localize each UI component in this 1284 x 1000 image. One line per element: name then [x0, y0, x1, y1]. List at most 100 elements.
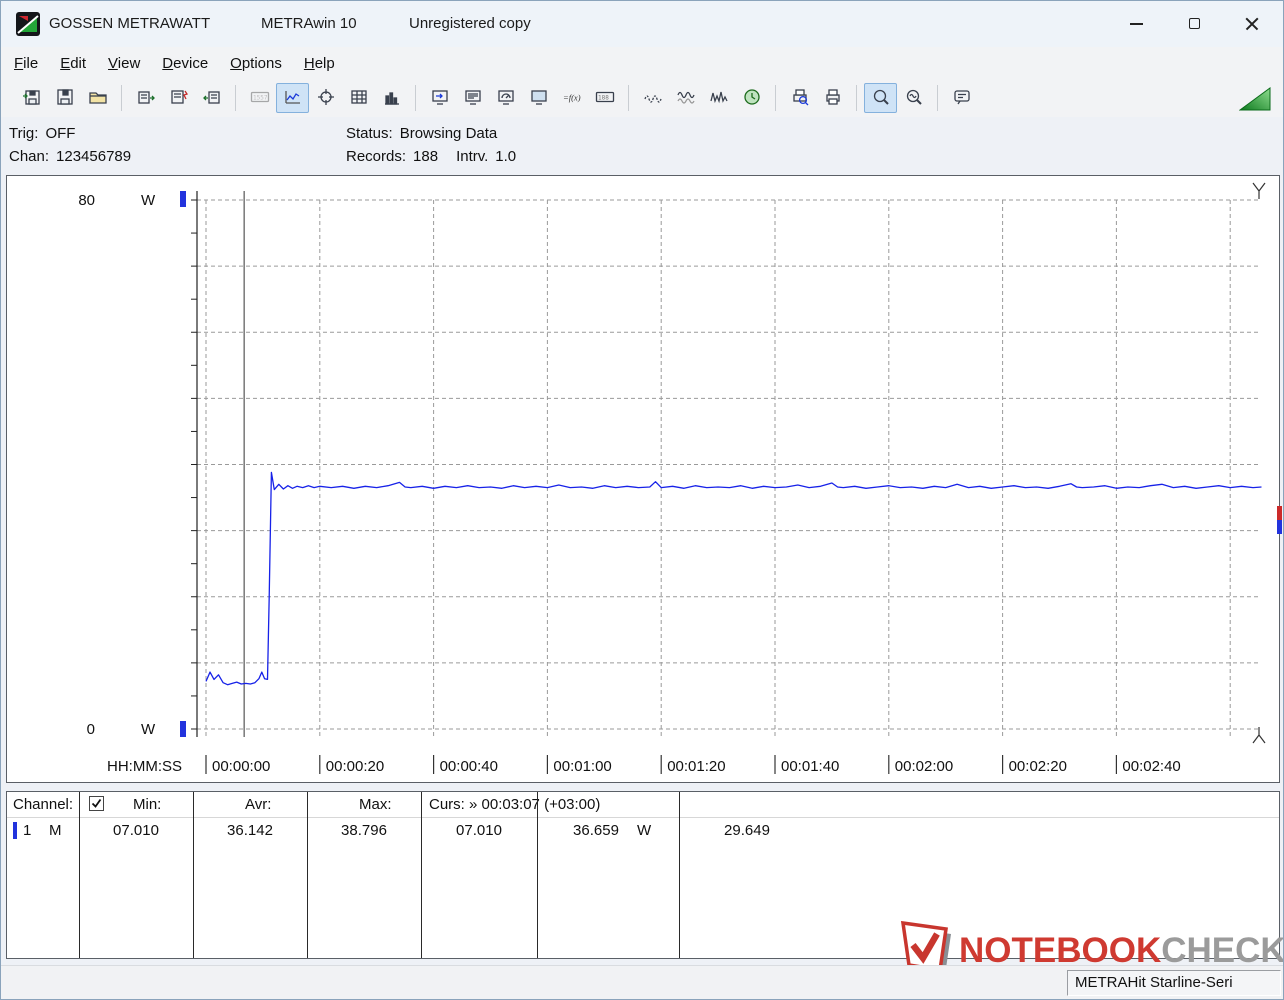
- svg-text:00:01:00: 00:01:00: [553, 758, 611, 775]
- timer-button[interactable]: [735, 83, 768, 113]
- toolbar: 1557 =f(x) 188: [1, 79, 1283, 117]
- menu-help[interactable]: Help: [293, 50, 346, 77]
- app-title: GOSSEN METRAWATT: [49, 15, 211, 32]
- svg-text:00:00:00: 00:00:00: [212, 758, 270, 775]
- avr-value: 36.142: [227, 822, 273, 839]
- metrawin-window: GOSSEN METRAWATT METRAwin 10 Unregistere…: [0, 0, 1284, 1000]
- minimize-icon: [1129, 22, 1143, 25]
- svg-text:HH:MM:SS: HH:MM:SS: [107, 758, 182, 775]
- statusbar: METRAHit Starline-Seri: [1, 965, 1283, 999]
- screen-window-icon: [529, 87, 549, 110]
- channel-visibility-checkbox[interactable]: [89, 796, 104, 811]
- annotation-icon: [952, 87, 972, 110]
- close-button[interactable]: [1223, 1, 1281, 46]
- column-divider: [79, 792, 80, 958]
- svg-text:00:02:20: 00:02:20: [1009, 758, 1067, 775]
- toolbar-separator: [415, 85, 416, 111]
- device-write-button[interactable]: [195, 83, 228, 113]
- view-histogram-button[interactable]: [375, 83, 408, 113]
- zoom-curve-icon: [904, 87, 924, 110]
- list-window-icon: [463, 87, 483, 110]
- header-divider: [7, 817, 1279, 818]
- zoom-mode-button[interactable]: [864, 83, 897, 113]
- svg-text:00:01:20: 00:01:20: [667, 758, 725, 775]
- close-icon: [1245, 17, 1259, 31]
- view-xy-button[interactable]: [309, 83, 342, 113]
- toolbar-separator: [628, 85, 629, 111]
- gossen-metrawatt-logo-icon: [15, 11, 41, 37]
- table-header-channel: Channel:: [13, 796, 74, 813]
- formula-button[interactable]: =f(x): [555, 83, 588, 113]
- maximize-button[interactable]: [1165, 1, 1223, 46]
- print-preview-button[interactable]: [783, 83, 816, 113]
- menu-device[interactable]: Device: [151, 50, 219, 77]
- list-window-button[interactable]: [456, 83, 489, 113]
- svg-text:00:00:20: 00:00:20: [326, 758, 384, 775]
- annotation-button[interactable]: [945, 83, 978, 113]
- curve-min-icon: [643, 87, 663, 110]
- table-header-max: Max:: [359, 796, 392, 813]
- toolbar-corner-badge-icon: [1238, 87, 1271, 116]
- save-data-button[interactable]: [48, 83, 81, 113]
- digital-display-button[interactable]: 188: [588, 83, 621, 113]
- open-file-button[interactable]: [81, 83, 114, 113]
- window-controls: [1107, 1, 1281, 47]
- channel-status: Chan: 123456789: [9, 148, 132, 165]
- open-data-icon: [22, 87, 42, 110]
- column-divider: [193, 792, 194, 958]
- zoom-curve-button[interactable]: [897, 83, 930, 113]
- curve-envelope-icon: [676, 87, 696, 110]
- column-divider: [307, 792, 308, 958]
- measurement-table: Channel: Min: Avr: Max: Curs: » 00:03:07…: [6, 791, 1280, 959]
- menu-options[interactable]: Options: [219, 50, 293, 77]
- toolbar-separator: [775, 85, 776, 111]
- device-read-button[interactable]: [129, 83, 162, 113]
- display-1557-icon: 1557: [250, 87, 270, 110]
- menu-edit[interactable]: Edit: [49, 50, 97, 77]
- svg-text:00:00:40: 00:00:40: [440, 758, 498, 775]
- table-header-min: Min:: [133, 796, 162, 813]
- toolbar-separator: [235, 85, 236, 111]
- minimize-button[interactable]: [1107, 1, 1165, 46]
- curve-min-button[interactable]: [636, 83, 669, 113]
- device-name-box: METRAHit Starline-Seri: [1067, 970, 1281, 996]
- cursor-position-indicator: [1277, 506, 1282, 534]
- meter-window-button[interactable]: [489, 83, 522, 113]
- toolbar-separator: [937, 85, 938, 111]
- svg-text:00:02:40: 00:02:40: [1122, 758, 1180, 775]
- menubar: File Edit View Device Options Help: [1, 47, 1283, 79]
- menu-view[interactable]: View: [97, 50, 151, 77]
- view-table-button[interactable]: [342, 83, 375, 113]
- document-title: METRAwin 10: [261, 15, 357, 32]
- curve-envelope-button[interactable]: [669, 83, 702, 113]
- screen-window-button[interactable]: [522, 83, 555, 113]
- maximize-icon: [1188, 18, 1200, 29]
- power-chart[interactable]: 80 W 0 W HH:MM:SS 00:00:00 00:00:20 00:00:40 00:…: [7, 176, 1279, 780]
- zoom-mode-icon: [871, 87, 891, 110]
- print-icon: [823, 87, 843, 110]
- svg-text:W: W: [141, 721, 156, 738]
- chart-area[interactable]: 80 W 0 W HH:MM:SS 00:00:00 00:00:20 00:00:40 00:…: [6, 175, 1280, 783]
- print-button[interactable]: [816, 83, 849, 113]
- min-value: 07.010: [113, 822, 159, 839]
- table-header-cursor: Curs: » 00:03:07 (+03:00): [429, 796, 601, 813]
- records-status: Records: 188 Intrv. 1.0: [346, 148, 517, 165]
- column-divider: [679, 792, 680, 958]
- cursor1-value: 07.010: [456, 822, 502, 839]
- open-file-icon: [88, 87, 108, 110]
- device-flash-button[interactable]: [162, 83, 195, 113]
- menu-file[interactable]: File: [3, 50, 49, 77]
- curve-spikes-button[interactable]: [702, 83, 735, 113]
- display-1557-button[interactable]: 1557: [243, 83, 276, 113]
- trigger-status: Trig: OFF: [9, 125, 76, 142]
- cursor-delta-value: 29.649: [724, 822, 770, 839]
- view-chart-button[interactable]: [276, 83, 309, 113]
- device-read-icon: [136, 87, 156, 110]
- toolbar-separator: [856, 85, 857, 111]
- view-histogram-icon: [382, 87, 402, 110]
- transfer-window-button[interactable]: [423, 83, 456, 113]
- channel-mode: M: [49, 822, 62, 839]
- titlebar: GOSSEN METRAWATT METRAwin 10 Unregistere…: [1, 1, 1283, 47]
- svg-text:00:01:40: 00:01:40: [781, 758, 839, 775]
- open-data-button[interactable]: [15, 83, 48, 113]
